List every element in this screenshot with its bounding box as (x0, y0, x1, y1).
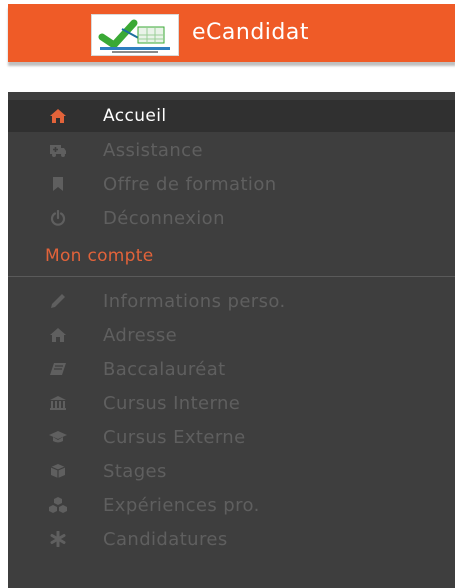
sidebar-item-offre-de-formation[interactable]: Offre de formation (8, 168, 455, 200)
sidebar-item-label: Déconnexion (103, 207, 225, 229)
institution-icon (49, 394, 67, 412)
sidebar-item-label: Stages (103, 460, 167, 482)
sidebar-item-label: Candidatures (103, 528, 228, 550)
sidebar-item-label: Cursus Externe (103, 426, 246, 448)
bookmark-icon (49, 175, 67, 193)
section-title-mon-compte: Mon compte (45, 246, 154, 266)
app-title: eCandidat (192, 20, 309, 45)
sidebar-item-label: Expériences pro. (103, 494, 260, 516)
app-header: eCandidat (8, 4, 455, 62)
sidebar-item-assistance[interactable]: Assistance (8, 134, 455, 166)
ambulance-icon (49, 141, 67, 159)
sidebar-item-label: Adresse (103, 324, 178, 346)
sidebar-item-deconnexion[interactable]: Déconnexion (8, 202, 455, 234)
sidebar-item-experiences-pro[interactable]: Expériences pro. (8, 489, 455, 521)
pencil-icon (49, 292, 67, 310)
ecandidat-logo[interactable] (91, 14, 179, 56)
sidebar-item-informations-perso[interactable]: Informations perso. (8, 285, 455, 317)
home-icon (49, 326, 67, 344)
sidebar-item-adresse[interactable]: Adresse (8, 319, 455, 351)
sidebar-item-accueil[interactable]: Accueil (8, 100, 455, 132)
cube-icon (49, 462, 67, 480)
book-icon (49, 360, 67, 378)
sidebar-item-cursus-interne[interactable]: Cursus Interne (8, 387, 455, 419)
graduation-cap-icon (49, 428, 67, 446)
sidebar-item-label: Assistance (103, 139, 203, 161)
asterisk-icon (49, 530, 67, 548)
sidebar-item-label: Accueil (103, 106, 167, 126)
sidebar-item-label: Informations perso. (103, 290, 286, 312)
sidebar-item-label: Cursus Interne (103, 392, 241, 414)
sidebar-menu: Accueil Assistance Offre de formation Dé… (8, 92, 455, 588)
sidebar-item-cursus-externe[interactable]: Cursus Externe (8, 421, 455, 453)
sidebar-item-candidatures[interactable]: Candidatures (8, 523, 455, 555)
home-icon (49, 107, 67, 125)
section-divider (8, 276, 455, 277)
cubes-icon (49, 496, 67, 514)
sidebar-item-baccalaureat[interactable]: Baccalauréat (8, 353, 455, 385)
sidebar-item-stages[interactable]: Stages (8, 455, 455, 487)
sidebar-item-label: Baccalauréat (103, 358, 226, 380)
power-icon (49, 209, 67, 227)
sidebar-item-label: Offre de formation (103, 173, 277, 195)
